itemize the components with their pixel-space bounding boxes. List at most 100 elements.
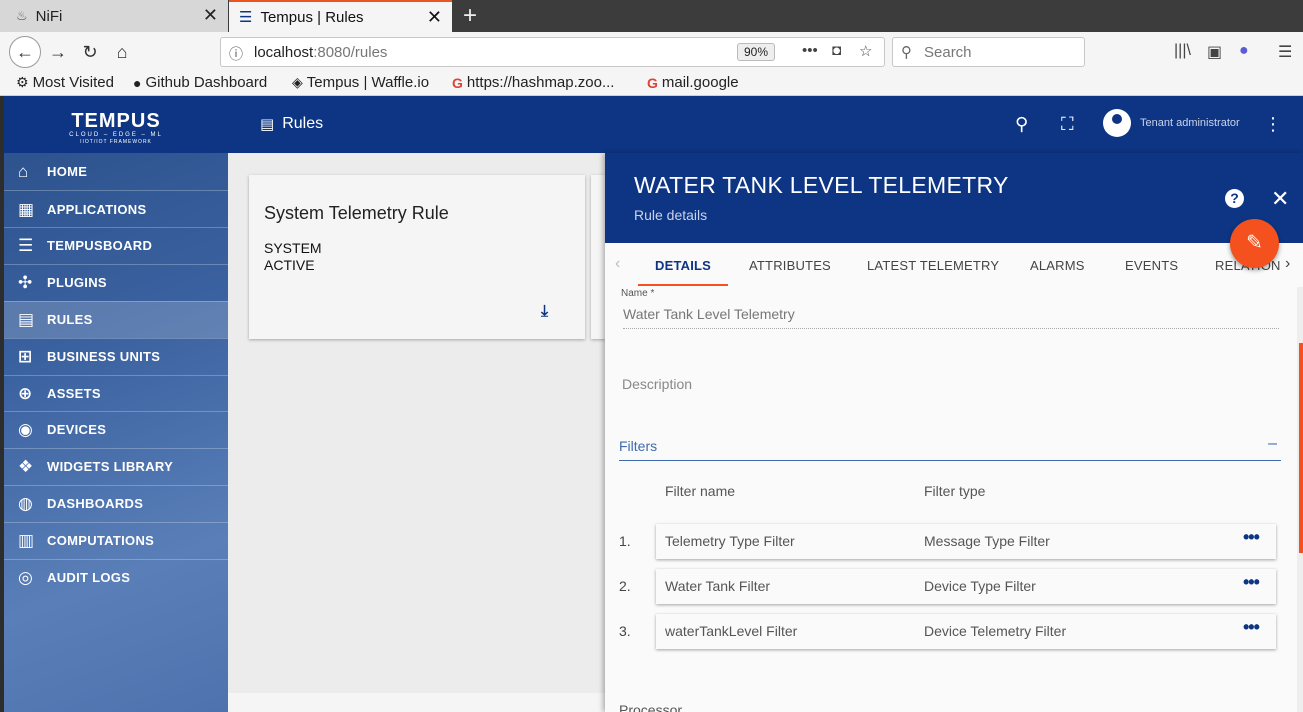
nifi-favicon-icon: ♨ (16, 8, 28, 23)
content-footer (228, 693, 605, 712)
filter-row[interactable]: Telemetry Type Filter Message Type Filte… (656, 524, 1276, 559)
filter-row[interactable]: waterTankLevel Filter Device Telemetry F… (656, 614, 1276, 649)
sidebar-item-label: PLUGINS (47, 275, 107, 290)
sidebar-item-applications[interactable]: ▦ APPLICATIONS (4, 191, 228, 228)
bookmark-github-dashboard[interactable]: ● Github Dashboard (133, 74, 267, 91)
home-button[interactable]: ⌂ (108, 38, 136, 66)
tab-alarms[interactable]: ALARMS (1030, 258, 1085, 273)
library-icon[interactable]: |||\ (1174, 42, 1191, 60)
processor-section-header[interactable]: Processor (619, 702, 682, 712)
search-icon[interactable]: ⚲ (1015, 114, 1028, 135)
tab-events[interactable]: EVENTS (1125, 258, 1178, 273)
more-horiz-icon[interactable]: ••• (1243, 572, 1260, 593)
close-tab-icon[interactable]: ✕ (427, 7, 442, 28)
chevron-right-icon[interactable]: › (1285, 255, 1290, 273)
browser-tab-title: Tempus | Rules (260, 8, 364, 26)
description-field[interactable]: Description (622, 376, 692, 392)
logo-tagline: CLOUD – EDGE – ML (69, 132, 163, 138)
sidebar-item-home[interactable]: ⌂ HOME (4, 153, 228, 190)
more-horiz-icon[interactable]: ••• (1243, 527, 1260, 548)
tab-attributes[interactable]: ATTRIBUTES (749, 258, 831, 273)
url-text[interactable]: localhost:8080/rules (254, 44, 387, 61)
browser-tab-title: NiFi (35, 7, 63, 25)
zoom-level-badge[interactable]: 90% (737, 43, 775, 61)
logo-area[interactable]: TEMPUS CLOUD – EDGE – ML IIOT/IOT FRAMEW… (4, 96, 228, 153)
close-tab-icon[interactable]: ✕ (203, 5, 218, 26)
name-field[interactable]: Water Tank Level Telemetry (623, 306, 1279, 329)
bookmark-label: Most Visited (32, 74, 114, 91)
rule-card-title: System Telemetry Rule (264, 203, 449, 223)
panel-scrollbar-thumb[interactable] (1299, 343, 1303, 553)
browser-tab-nifi[interactable]: ♨ NiFi ✕ (0, 0, 228, 32)
edit-button[interactable]: ✎ (1230, 219, 1279, 268)
filters-label: Filters (619, 438, 658, 454)
bookmark-waffle[interactable]: ◈ Tempus | Waffle.io (292, 74, 429, 91)
bookmark-mail-google[interactable]: Gmail.google (647, 74, 739, 91)
tab-latest-telemetry[interactable]: LATEST TELEMETRY (867, 258, 999, 273)
url-host: localhost (254, 44, 314, 61)
reload-button[interactable]: ↻ (76, 38, 104, 66)
filter-type: Device Telemetry Filter (924, 623, 1067, 639)
sidebar-item-plugins[interactable]: ✣ PLUGINS (4, 264, 228, 301)
sidebar-item-dashboards[interactable]: ◍ DASHBOARDS (4, 485, 228, 522)
sidebar-item-business-units[interactable]: ⊞ BUSINESS UNITS (4, 338, 228, 375)
rule-card[interactable]: System Telemetry Rule SYSTEM ACTIVE ⤓ (249, 175, 585, 339)
url-bar[interactable]: ⓘ localhost:8080/rules 90% ••• ◘ ☆ (220, 37, 885, 67)
board-icon: ☰ (18, 235, 34, 255)
pencil-icon: ✎ (1246, 232, 1263, 254)
help-icon[interactable]: ? (1225, 189, 1244, 208)
home-icon: ⌂ (18, 161, 29, 181)
page-actions-icon[interactable]: ••• (802, 42, 818, 59)
panel-subtitle: Rule details (634, 207, 708, 223)
download-icon[interactable]: ⤓ (541, 303, 548, 321)
filter-row[interactable]: Water Tank Filter Device Type Filter ••• (656, 569, 1276, 604)
sidebar-item-computations[interactable]: ▥ COMPUTATIONS (4, 522, 228, 559)
extension-icon[interactable]: ● (1239, 42, 1249, 60)
fullscreen-icon[interactable]: ⛶ (1061, 114, 1074, 135)
filter-name: Telemetry Type Filter (665, 533, 795, 549)
business-units-icon: ⊞ (18, 346, 33, 366)
forward-button[interactable]: → (44, 38, 72, 66)
close-icon[interactable]: ✕ (1271, 186, 1289, 212)
rule-card[interactable] (591, 175, 605, 339)
details-tabs: ‹ DETAILS ATTRIBUTES LATEST TELEMETRY AL… (605, 243, 1303, 287)
sidebar-item-devices[interactable]: ◉ DEVICES (4, 411, 228, 448)
sidebar-item-rules[interactable]: ▤ RULES (4, 301, 228, 338)
sidebar-item-widgets-library[interactable]: ❖ WIDGETS LIBRARY (4, 448, 228, 485)
sidebar-item-label: ASSETS (47, 386, 101, 401)
rule-card-state: ACTIVE (264, 257, 315, 273)
browser-tab-rules[interactable]: ☰ Tempus | Rules ✕ (229, 0, 452, 32)
bookmark-hashmap[interactable]: Ghttps://hashmap.zoo... (452, 74, 614, 91)
more-horiz-icon[interactable]: ••• (1243, 617, 1260, 638)
google-icon: G (452, 74, 463, 91)
filters-section-header[interactable]: Filters – (619, 435, 1281, 461)
user-name[interactable]: Tenant administrator (1140, 117, 1240, 129)
bookmark-label: Github Dashboard (145, 74, 268, 91)
sidebar-item-tempusboard[interactable]: ☰ TEMPUSBOARD (4, 227, 228, 264)
sidebar-item-audit-logs[interactable]: ◎ AUDIT LOGS (4, 559, 228, 596)
apps-icon: ▦ (18, 199, 35, 219)
search-icon: ⚲ (901, 44, 912, 61)
pocket-icon[interactable]: ◘ (832, 42, 841, 59)
browser-navbar: ← → ↻ ⌂ ⓘ localhost:8080/rules 90% ••• ◘… (0, 32, 1303, 72)
rules-icon: ▤ (260, 116, 275, 133)
tab-details[interactable]: DETAILS (655, 258, 711, 273)
sidebar-item-assets[interactable]: ⊕ ASSETS (4, 375, 228, 412)
sidebar-toggle-icon[interactable]: ▣ (1207, 42, 1222, 62)
search-bar[interactable]: ⚲ Search (892, 37, 1085, 67)
more-vert-icon[interactable]: ⋮ (1264, 114, 1282, 135)
collapse-icon[interactable]: – (1268, 435, 1277, 453)
chevron-left-icon[interactable]: ‹ (615, 255, 620, 273)
bookmark-most-visited[interactable]: ⚙ Most Visited (16, 74, 114, 91)
sidebar-item-label: WIDGETS LIBRARY (47, 459, 174, 474)
page-info-icon[interactable]: ⓘ (229, 44, 243, 64)
bookmark-star-icon[interactable]: ☆ (859, 42, 872, 60)
bookmarks-bar: ⚙ Most Visited ● Github Dashboard ◈ Tempus … (0, 72, 1303, 96)
menu-icon[interactable]: ☰ (1278, 42, 1292, 62)
url-path: :8080/rules (313, 44, 388, 61)
sidebar-item-label: DEVICES (47, 422, 107, 437)
back-button[interactable]: ← (9, 36, 41, 68)
new-tab-button[interactable]: + (458, 2, 482, 30)
bookmark-label: Tempus | Waffle.io (306, 74, 430, 91)
avatar[interactable] (1103, 109, 1131, 137)
